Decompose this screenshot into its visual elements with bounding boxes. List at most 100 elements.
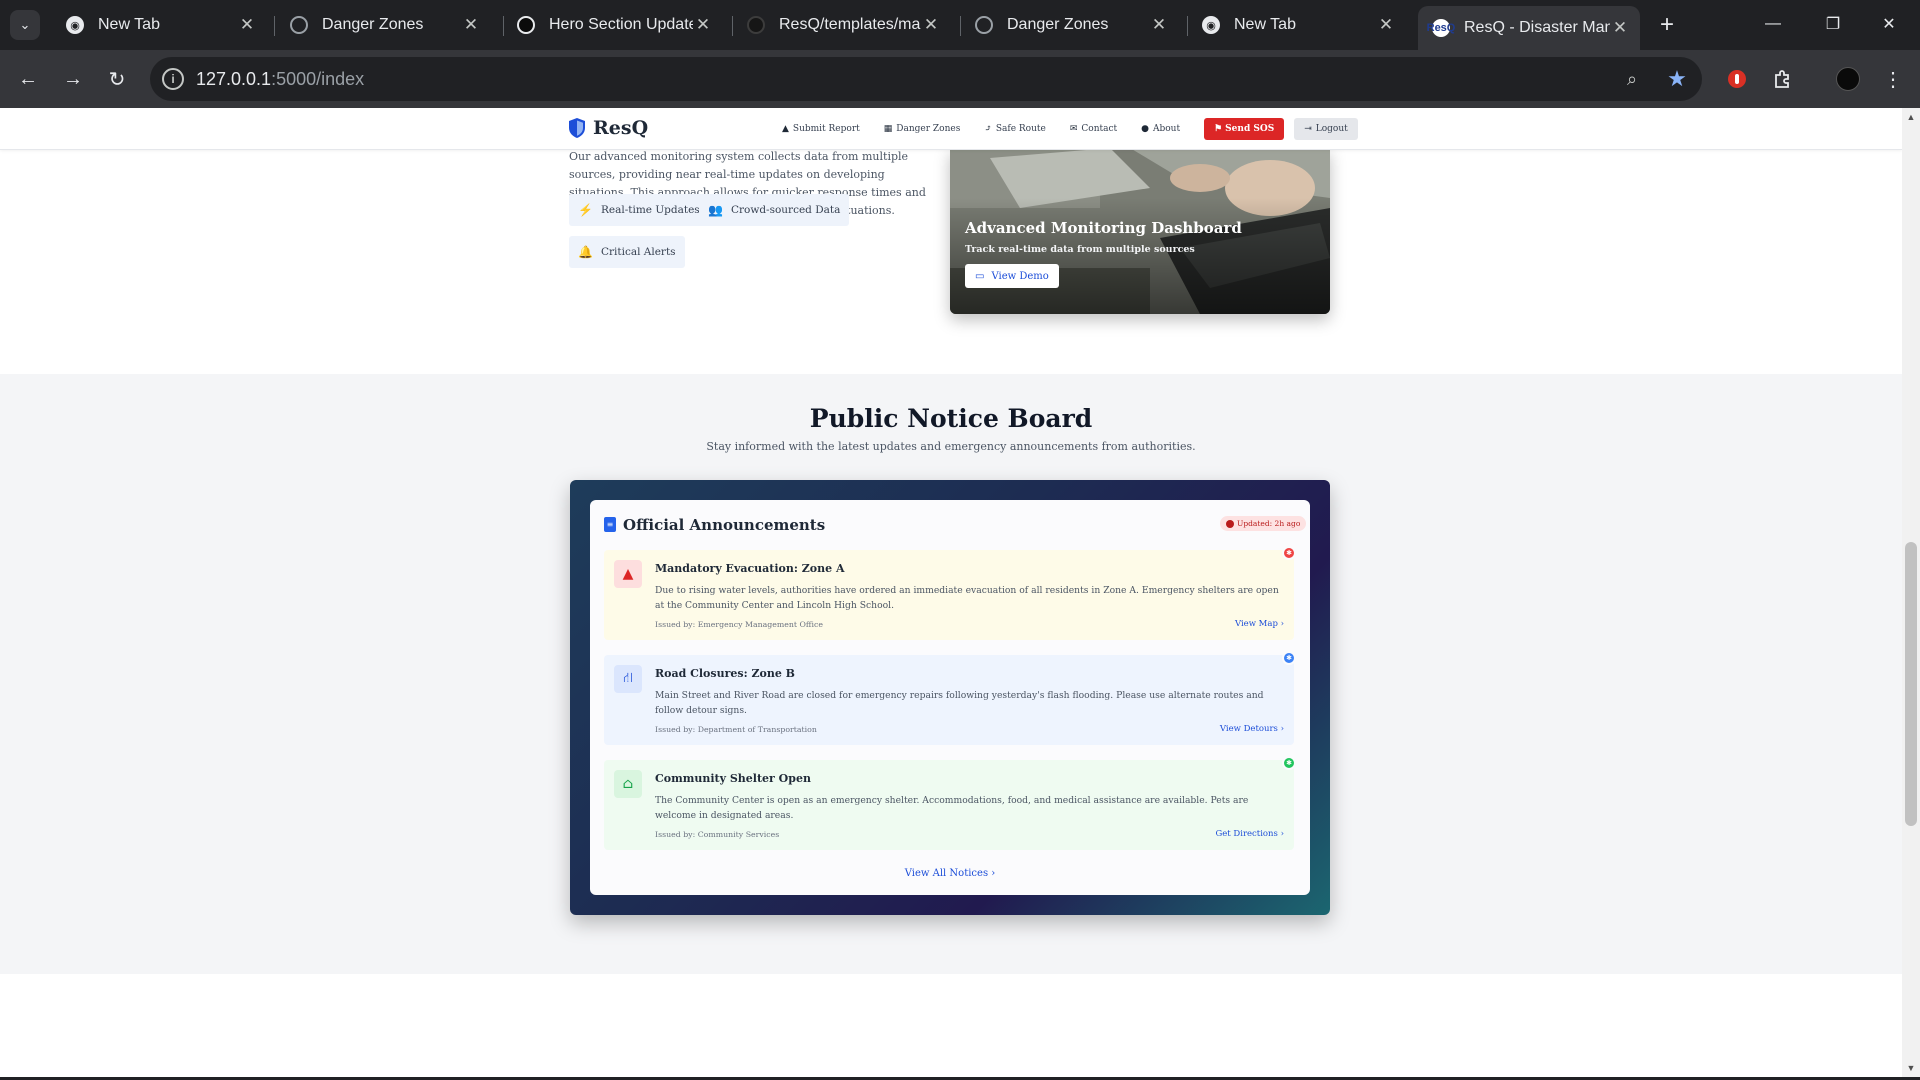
chrome-icon: ◉ [66,16,84,34]
tab-title: New Tab [98,16,160,33]
close-tab-icon[interactable]: ✕ [461,15,481,35]
close-tab-icon[interactable]: ✕ [693,15,713,35]
site-info-icon[interactable]: i [162,68,184,90]
tab-title: New Tab [1234,16,1296,33]
priority-dot-icon: ✱ [1282,546,1296,560]
notice-board-section: Public Notice Board Stay informed with t… [0,374,1902,974]
close-tab-icon[interactable]: ✕ [1610,18,1630,38]
priority-dot-icon: ✱ [1282,651,1296,665]
notice-body: Main Street and River Road are closed fo… [655,690,1264,716]
updated-text: Updated: 2h ago [1237,519,1301,528]
browser-tab[interactable]: ◉ New Tab ✕ [52,6,267,44]
nav-label: Submit Report [792,124,860,134]
notice-link[interactable]: Get Directions › [1215,829,1284,839]
chevron-right-icon: › [1280,829,1284,839]
page-scrollbar[interactable]: ▲ ▼ [1902,108,1920,1077]
feature-chip-crowdsourced: 👥 Crowd-sourced Data [699,194,850,226]
view-demo-button[interactable]: ▭ View Demo [965,264,1059,288]
logout-button[interactable]: ⇥ Logout [1294,118,1358,140]
scroll-thumb[interactable] [1905,542,1917,826]
warning-icon: ▲ [782,124,789,134]
notice-link-label: Get Directions [1215,829,1278,839]
close-tab-icon[interactable]: ✕ [921,15,941,35]
tab-separator [274,16,275,36]
back-icon[interactable]: ← [12,63,44,95]
close-window-icon[interactable]: ✕ [1866,8,1912,40]
nav-danger-zones[interactable]: ▦ Danger Zones [884,118,961,140]
address-bar[interactable]: i 127.0.0.1:5000/index ⌕ ★ [150,57,1702,101]
send-sos-button[interactable]: ⚑ Send SOS [1204,118,1285,140]
profile-avatar[interactable] [1833,64,1863,94]
nav-submit-report[interactable]: ▲ Submit Report [782,118,860,140]
forward-icon[interactable]: → [57,63,89,95]
tab-title: Danger Zones [1007,16,1109,33]
url-host: 127.0.0.1 [196,69,272,89]
browser-tab[interactable]: Hero Section Update ✕ [503,6,723,44]
view-all-notices-link[interactable]: View All Notices › [590,868,1310,879]
chrome-icon: ◉ [1202,16,1220,34]
github-icon [747,16,765,34]
bookmark-star-icon[interactable]: ★ [1665,66,1689,91]
chip-label: Real-time Updates [600,204,700,216]
feature-chip-alerts: 🔔 Critical Alerts [569,236,685,268]
brand-name: ResQ [593,117,649,139]
notice-link[interactable]: View Map › [1235,619,1284,629]
nav-contact[interactable]: ✉ Contact [1070,118,1117,140]
notice-title: Community Shelter Open [655,772,811,785]
browser-tab[interactable]: Danger Zones ✕ [276,6,491,44]
road-icon: ⛙ [614,665,642,693]
logout-icon: ⇥ [1304,124,1312,134]
browser-tab-bar: ⌄ ◉ New Tab ✕ Danger Zones ✕ Hero Sectio… [0,0,1920,50]
reload-icon[interactable]: ↻ [101,63,133,95]
chevron-right-icon: › [1280,724,1284,734]
resq-favicon: ResQ [1427,19,1455,37]
nav-label: Danger Zones [896,124,961,134]
broadcast-icon: ⚑ [1214,124,1223,134]
globe-icon [290,16,308,34]
bolt-icon: ⚡ [578,203,593,217]
tab-title: ResQ/templates/map [779,16,921,33]
tab-search-button[interactable]: ⌄ [10,10,40,40]
tab-title: Danger Zones [322,16,424,33]
scroll-down-icon[interactable]: ▼ [1906,1063,1916,1073]
info-icon: ● [1141,124,1149,134]
extension-red-icon[interactable] [1722,64,1752,94]
nav-label: About [1153,124,1181,134]
minimize-icon[interactable]: — [1750,8,1796,40]
notice-link-label: View Detours [1219,724,1278,734]
browser-tab[interactable]: Danger Zones ✕ [961,6,1179,44]
zoom-icon[interactable]: ⌕ [1620,67,1644,91]
nav-label: Safe Route [995,124,1046,134]
close-tab-icon[interactable]: ✕ [237,15,257,35]
kebab-menu-icon[interactable]: ⋮ [1878,64,1908,94]
card-subtitle: Track real-time data from multiple sourc… [965,244,1195,255]
browser-tab[interactable]: ◉ New Tab ✕ [1188,6,1406,44]
notice-link-label: View Map [1234,619,1278,629]
nav-links: ▲ Submit Report ▦ Danger Zones ⤴ Safe Route… [782,118,1358,140]
brand-logo[interactable]: ResQ [568,117,648,139]
announcements-panel: ≡ Official Announcements Updated: 2h ago… [590,500,1310,895]
announcements-frame: ≡ Official Announcements Updated: 2h ago… [570,480,1330,915]
chip-label: Crowd-sourced Data [730,204,841,216]
new-tab-button[interactable]: + [1652,10,1682,40]
openai-icon [517,16,535,34]
view-demo-label: View Demo [991,270,1049,282]
shield-icon [569,118,585,138]
url-text[interactable]: 127.0.0.1:5000/index [196,69,364,90]
nav-safe-route[interactable]: ⤴ Safe Route [984,118,1046,140]
notice-card: ⛙ Road Closures: Zone B Main Street and … [604,651,1296,745]
browser-tab[interactable]: ResQ/templates/map ✕ [733,6,951,44]
chevron-right-icon: › [991,868,996,879]
chevron-right-icon: › [1280,619,1284,629]
nav-about[interactable]: ● About [1141,118,1180,140]
notice-link[interactable]: View Detours › [1220,724,1284,734]
scroll-up-icon[interactable]: ▲ [1906,112,1916,122]
extensions-puzzle-icon[interactable] [1767,64,1797,94]
close-tab-icon[interactable]: ✕ [1149,15,1169,35]
tab-title: ResQ - Disaster Mana [1464,19,1610,36]
browser-tab-active[interactable]: ResQ ResQ - Disaster Mana ✕ [1418,6,1640,50]
clipboard-icon: ≡ [604,517,616,532]
browser-toolbar: ← → ↻ i 127.0.0.1:5000/index ⌕ ★ ⋮ [0,50,1920,108]
restore-icon[interactable]: ❐ [1810,8,1856,40]
close-tab-icon[interactable]: ✕ [1376,15,1396,35]
